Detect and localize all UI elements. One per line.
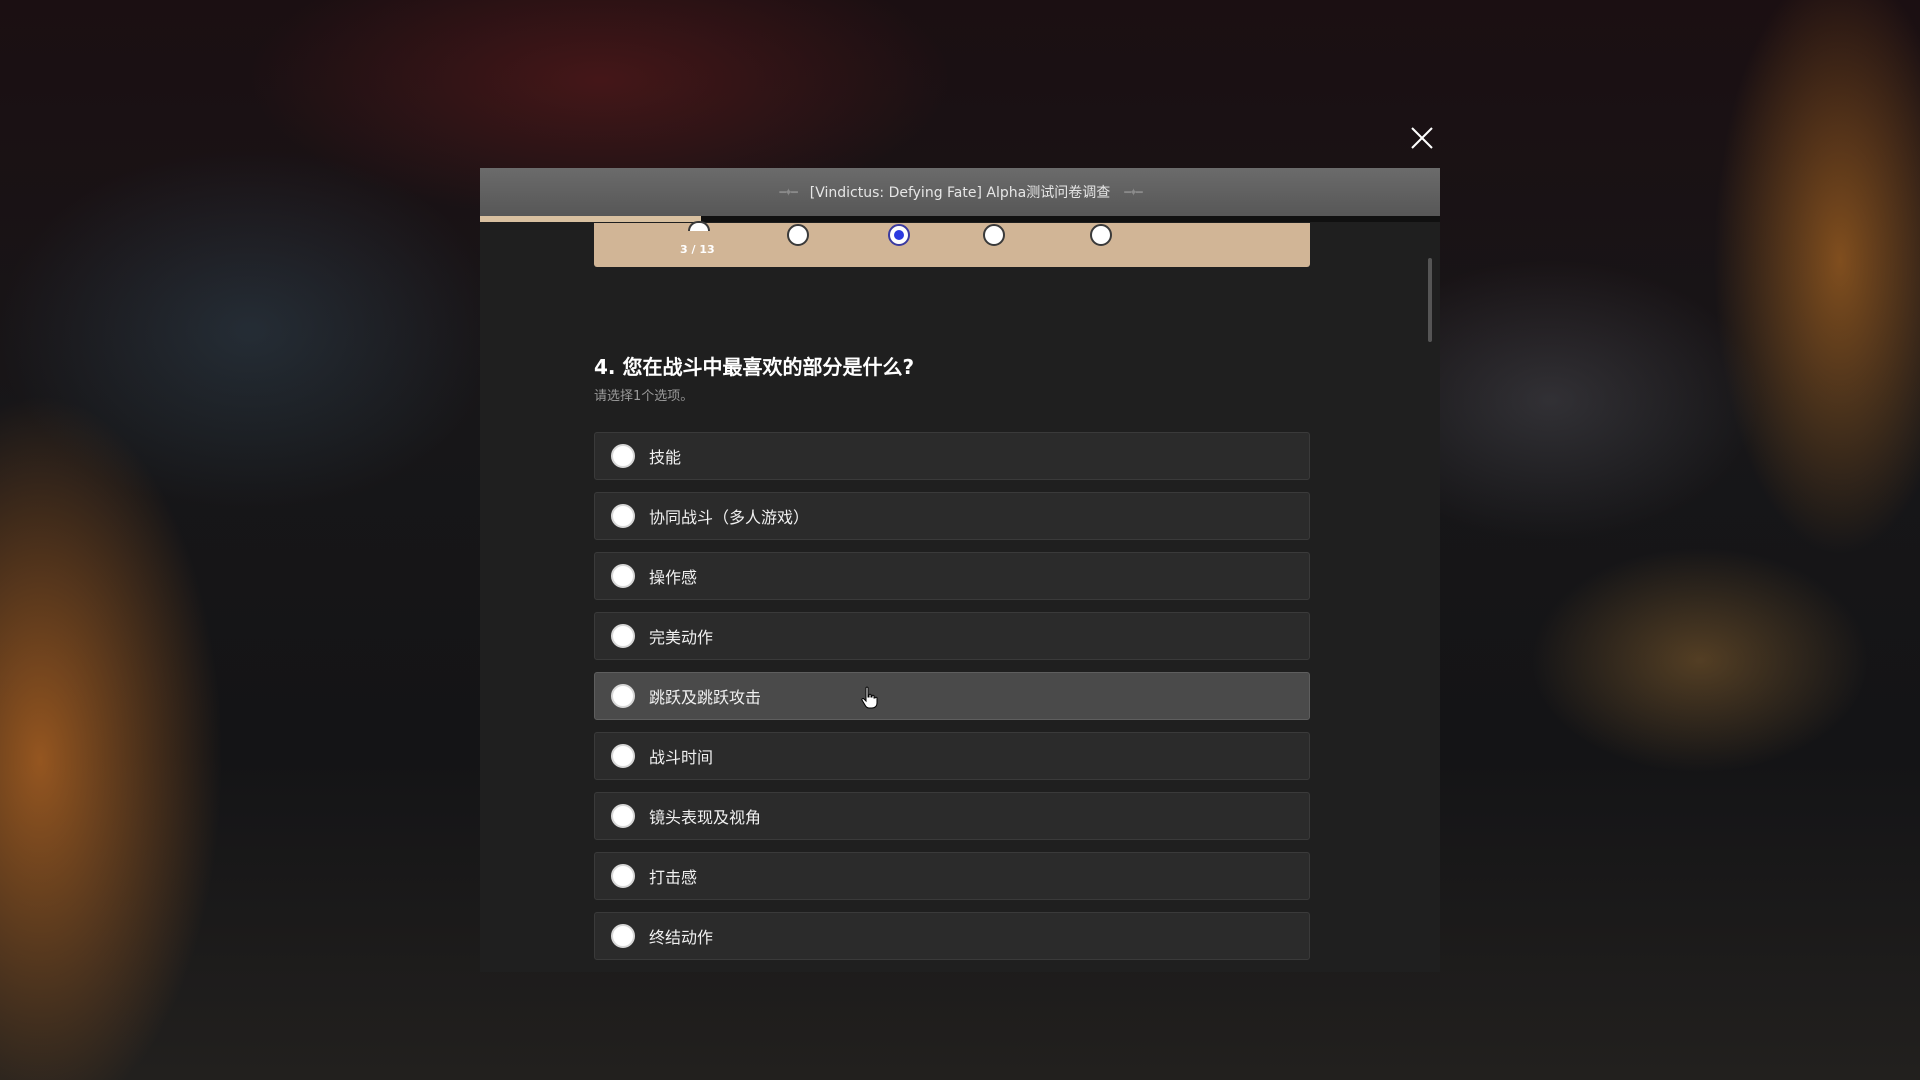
survey-modal: ━✦━ [Vindictus: Defying Fate] Alpha测试问卷调… — [480, 168, 1440, 972]
answer-option-label: 协同战斗（多人游戏） — [649, 508, 810, 527]
answer-option[interactable]: 技能 — [594, 432, 1310, 480]
answer-option[interactable]: 完美动作 — [594, 612, 1310, 660]
question-title: 4. 您在战斗中最喜欢的部分是什么? — [594, 355, 915, 379]
page-indicator-marker — [688, 221, 710, 231]
radio-button[interactable] — [611, 504, 635, 528]
close-icon — [1411, 127, 1433, 149]
answer-option[interactable]: 操作感 — [594, 552, 1310, 600]
survey-content: 3 / 13 4. 您在战斗中最喜欢的部分是什么? 请选择1个选项。 技能协同战… — [594, 221, 1310, 960]
radio-button[interactable] — [611, 924, 635, 948]
rating-scale: 3 / 13 — [594, 221, 1310, 267]
answer-option-label: 跳跃及跳跃攻击 — [649, 688, 762, 707]
answer-option[interactable]: 终结动作 — [594, 912, 1310, 960]
answer-option-label: 技能 — [649, 448, 682, 467]
progress-fill — [480, 216, 701, 222]
answer-option[interactable]: 镜头表现及视角 — [594, 792, 1310, 840]
rating-option-2[interactable] — [787, 224, 809, 246]
answer-option[interactable]: 打击感 — [594, 852, 1310, 900]
hand-cursor-icon — [861, 686, 878, 709]
answer-option-label: 完美动作 — [649, 628, 714, 647]
answer-option-label: 打击感 — [649, 868, 698, 887]
radio-button[interactable] — [611, 744, 635, 768]
scrollbar-thumb[interactable] — [1428, 258, 1432, 342]
rating-option-3[interactable] — [888, 224, 910, 246]
rating-option-4[interactable] — [983, 224, 1005, 246]
answer-option[interactable]: 协同战斗（多人游戏） — [594, 492, 1310, 540]
answer-option-label: 战斗时间 — [649, 748, 714, 767]
survey-title: [Vindictus: Defying Fate] Alpha测试问卷调查 — [809, 185, 1111, 201]
radio-button[interactable] — [611, 684, 635, 708]
question-hint: 请选择1个选项。 — [594, 389, 694, 404]
radio-button[interactable] — [611, 804, 635, 828]
close-button[interactable] — [1408, 124, 1436, 152]
left-ornament-icon: ━✦━ — [779, 185, 798, 199]
rating-option-5[interactable] — [1090, 224, 1112, 246]
radio-button[interactable] — [611, 564, 635, 588]
radio-button[interactable] — [611, 624, 635, 648]
progress-bar — [480, 216, 1440, 222]
answer-option-label: 终结动作 — [649, 928, 714, 947]
answer-option[interactable]: 战斗时间 — [594, 732, 1310, 780]
options-list: 技能协同战斗（多人游戏） 操作感完美动作跳跃及跳跃攻击 战斗时间镜头表现及视角 打击感… — [594, 432, 1310, 972]
radio-button[interactable] — [611, 444, 635, 468]
page-indicator: 3 / 13 — [680, 243, 715, 256]
radio-button[interactable] — [611, 864, 635, 888]
right-ornament-icon: ━✦━ — [1124, 185, 1143, 199]
answer-option[interactable]: 跳跃及跳跃攻击 — [594, 672, 1310, 720]
modal-header: ━✦━ [Vindictus: Defying Fate] Alpha测试问卷调… — [480, 168, 1440, 216]
answer-option-label: 镜头表现及视角 — [649, 808, 762, 827]
answer-option-label: 操作感 — [649, 568, 698, 587]
